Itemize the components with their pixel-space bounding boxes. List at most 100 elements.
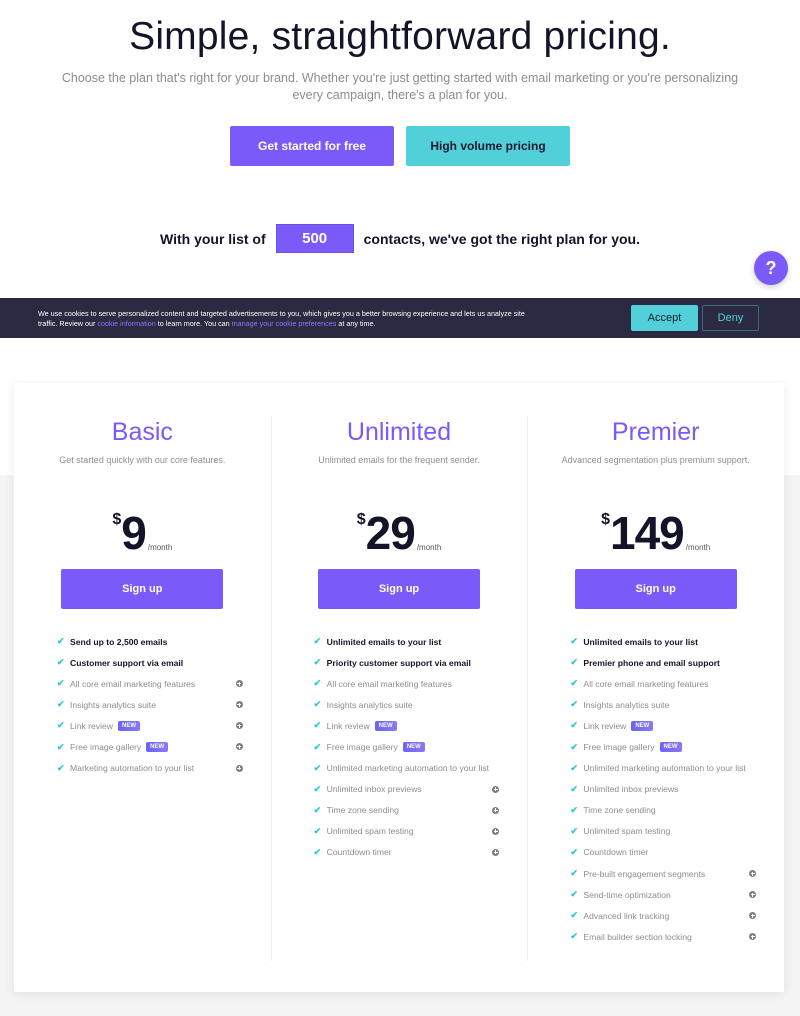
- feature-label: Unlimited inbox previews: [583, 784, 679, 795]
- sign-up-button[interactable]: Sign up: [574, 569, 737, 609]
- feature-item: ✔ Send-time optimization: [570, 884, 766, 905]
- check-icon: ✔: [57, 678, 65, 689]
- high-volume-pricing-button[interactable]: High volume pricing: [406, 126, 570, 166]
- help-button[interactable]: ?: [754, 251, 788, 285]
- contacts-selector: With your list of contacts, we've got th…: [0, 224, 800, 253]
- feature-item: ✔ Link review NEW: [570, 715, 766, 736]
- expand-plus-icon[interactable]: [492, 827, 500, 835]
- check-icon: ✔: [313, 678, 322, 689]
- feature-label: Unlimited emails to your list: [326, 636, 442, 647]
- get-started-free-button[interactable]: Get started for free: [230, 126, 394, 166]
- sign-up-button[interactable]: Sign up: [61, 569, 224, 609]
- feature-item: ✔ Unlimited marketing automation to your …: [570, 758, 766, 779]
- feature-list: ✔ Unlimited emails to your list ✔ Priority …: [271, 631, 528, 863]
- check-icon: ✔: [570, 678, 578, 689]
- check-icon: ✔: [313, 657, 322, 668]
- feature-label: Countdown timer: [583, 847, 649, 858]
- feature-item: ✔ All core email marketing features: [314, 673, 510, 694]
- expand-plus-icon[interactable]: [235, 764, 243, 772]
- check-icon: ✔: [570, 762, 578, 773]
- sign-up-button[interactable]: Sign up: [318, 569, 480, 609]
- feature-item: ✔ All core email marketing features: [57, 673, 253, 694]
- feature-item: ✔ Premier phone and email support: [570, 652, 766, 673]
- check-icon: ✔: [57, 720, 65, 731]
- feature-label: Link review: [583, 720, 627, 731]
- feature-label: Insights analytics suite: [583, 699, 670, 710]
- check-icon: ✔: [570, 889, 578, 900]
- plan-price: $29/month: [271, 507, 528, 559]
- feature-label: Insights analytics suite: [326, 699, 413, 710]
- feature-label: Send-time optimization: [583, 889, 671, 900]
- feature-label: All core email marketing features: [326, 678, 452, 689]
- price-period: /month: [685, 543, 711, 552]
- expand-plus-icon[interactable]: [749, 891, 757, 899]
- check-icon: ✔: [57, 636, 65, 647]
- feature-label: Pre-built engagement segments: [583, 868, 706, 879]
- expand-plus-icon[interactable]: [235, 722, 243, 730]
- feature-item: ✔ Link review NEW: [314, 715, 510, 736]
- feature-item: ✔ Free image gallery NEW: [570, 736, 766, 757]
- feature-list: ✔ Send up to 2,500 emails ✔ Customer suppor…: [14, 631, 271, 779]
- cookie-deny-button[interactable]: Deny: [702, 305, 759, 331]
- expand-plus-icon[interactable]: [492, 848, 500, 856]
- plan-premier: Premier Advanced segmentation plus premiu…: [527, 383, 784, 992]
- expand-plus-icon[interactable]: [235, 743, 243, 751]
- price-currency: $: [356, 511, 366, 528]
- feature-item: ✔ Insights analytics suite: [314, 694, 510, 715]
- expand-plus-icon[interactable]: [235, 701, 243, 709]
- feature-item: ✔ Unlimited spam testing: [314, 821, 510, 842]
- price-amount: 149: [610, 507, 685, 559]
- feature-item: ✔ Free image gallery NEW: [314, 736, 510, 757]
- cookie-information-link[interactable]: cookie information: [97, 319, 155, 328]
- feature-item: ✔ Customer support via email: [57, 652, 253, 673]
- expand-plus-icon[interactable]: [749, 912, 757, 920]
- check-icon: ✔: [313, 762, 322, 773]
- feature-label: Premier phone and email support: [583, 657, 720, 668]
- question-icon: ?: [765, 257, 777, 278]
- cookie-accept-button[interactable]: Accept: [631, 305, 698, 331]
- feature-label: Email builder section locking: [583, 931, 692, 942]
- feature-label: Unlimited inbox previews: [326, 784, 422, 795]
- expand-plus-icon[interactable]: [235, 680, 243, 688]
- feature-list: ✔ Unlimited emails to your list ✔ Premier p…: [527, 631, 784, 947]
- feature-item: ✔ Unlimited marketing automation to your …: [314, 758, 510, 779]
- check-icon: ✔: [313, 699, 322, 710]
- manage-cookie-preferences-link[interactable]: manage your cookie preferences: [232, 319, 337, 328]
- check-icon: ✔: [570, 657, 578, 668]
- expand-plus-icon[interactable]: [749, 870, 757, 878]
- price-amount: 29: [365, 507, 416, 559]
- feature-label: All core email marketing features: [70, 678, 196, 689]
- plan-price: $149/month: [527, 507, 784, 559]
- plan-name: Unlimited: [346, 418, 452, 446]
- check-icon: ✔: [570, 931, 578, 942]
- check-icon: ✔: [570, 741, 578, 752]
- feature-item: ✔ Unlimited emails to your list: [314, 631, 510, 652]
- check-icon: ✔: [57, 657, 65, 668]
- contacts-count-input[interactable]: [275, 224, 354, 253]
- page-subtitle: Choose the plan that's right for your br…: [61, 71, 739, 102]
- feature-label: All core email marketing features: [583, 678, 709, 689]
- new-badge: NEW: [146, 742, 169, 753]
- feature-label: Unlimited emails to your list: [583, 636, 698, 647]
- feature-item: ✔ Link review NEW: [57, 715, 253, 736]
- feature-label: Insights analytics suite: [70, 699, 156, 710]
- feature-label: Unlimited spam testing: [583, 826, 671, 837]
- expand-plus-icon[interactable]: [749, 933, 757, 941]
- feature-item: ✔ Time zone sending: [570, 800, 766, 821]
- hero-buttons: Get started for free High volume pricing: [0, 126, 800, 166]
- check-icon: ✔: [570, 783, 578, 794]
- check-icon: ✔: [570, 636, 578, 647]
- check-icon: ✔: [570, 868, 578, 879]
- check-icon: ✔: [570, 910, 578, 921]
- contacts-suffix: contacts, we've got the right plan for y…: [363, 230, 640, 247]
- feature-item: ✔ Email builder section locking: [570, 926, 766, 947]
- feature-label: Free image gallery: [583, 742, 655, 753]
- expand-plus-icon[interactable]: [492, 785, 500, 793]
- feature-label: Priority customer support via email: [326, 657, 471, 668]
- check-icon: ✔: [570, 804, 578, 815]
- price-period: /month: [147, 543, 173, 552]
- expand-plus-icon[interactable]: [492, 806, 500, 814]
- feature-item: ✔ Unlimited inbox previews: [314, 779, 510, 800]
- check-icon: ✔: [313, 804, 322, 815]
- feature-item: ✔ Insights analytics suite: [570, 694, 766, 715]
